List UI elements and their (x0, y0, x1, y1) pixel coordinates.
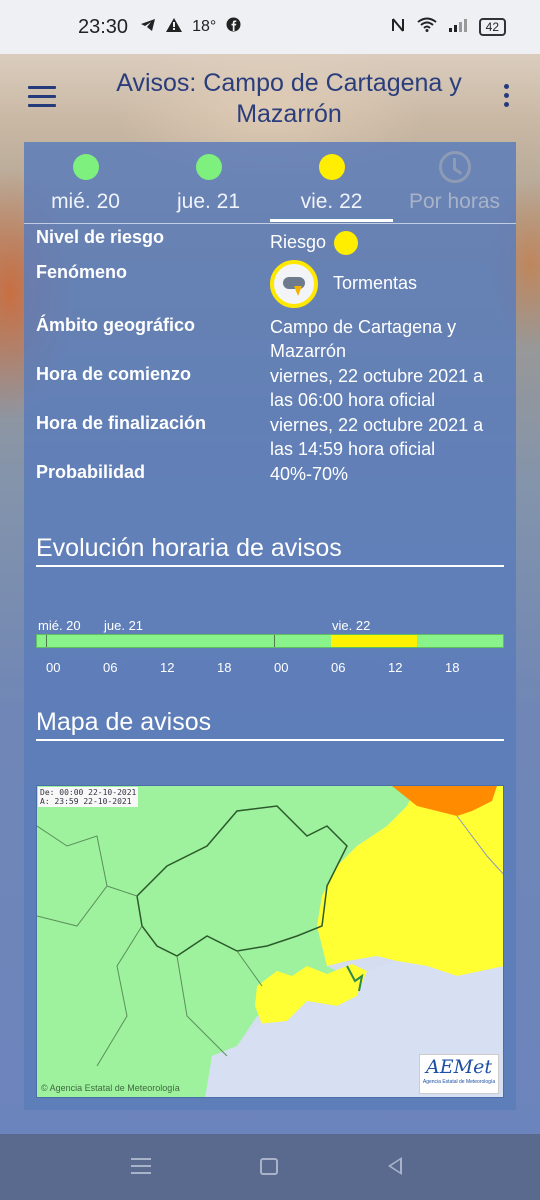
scope-label: Ámbito geográfico (36, 315, 196, 335)
risk-value: Riesgo (270, 232, 327, 252)
start-row: Hora de comienzo viernes, 22 octubre 202… (36, 364, 506, 412)
yellow-indicator-icon (318, 154, 345, 180)
map-date-range: De: 00:00 22-10-2021 A: 23:59 22-10-2021 (38, 787, 139, 807)
timeline-bar (36, 634, 504, 648)
scope-row: Ámbito geográfico Campo de Cartagena y M… (36, 315, 506, 363)
status-bar: 23:30 18° 42 (0, 0, 540, 54)
tab-label: vie. 22 (300, 190, 363, 213)
phenomenon-row: Fenómeno Tormentas (36, 260, 506, 312)
map-date-from: De: 00:00 22-10-2021 (40, 788, 137, 797)
timeline-hour-label: 12 (160, 660, 175, 675)
timeline-hour-label: 00 (274, 660, 289, 675)
probability-value: 40%-70% (270, 464, 349, 484)
timeline-title: Evolución horaria de avisos (36, 534, 504, 567)
scope-value: Campo de Cartagena y Mazarrón (270, 317, 457, 361)
selected-tab-indicator (270, 219, 393, 222)
risk-label: Nivel de riesgo (36, 227, 165, 247)
timeline-hour-label: 06 (331, 660, 346, 675)
tab-wed[interactable]: mié. 20 (24, 142, 147, 222)
page-title: Avisos: Campo de Cartagena y Mazarrón (116, 69, 462, 128)
telegram-icon (140, 18, 156, 37)
more-options-icon[interactable] (504, 84, 510, 111)
start-value: viernes, 22 octubre 2021 a las 06:00 hor… (270, 366, 484, 410)
start-label: Hora de comienzo (36, 364, 192, 384)
timeline-warning-segment (331, 635, 417, 647)
facebook-icon (226, 17, 241, 37)
map-graphic (37, 786, 503, 1097)
end-label: Hora de finalización (36, 413, 207, 433)
aemet-logo-subtitle: Agencia Estatal de Meteorología (422, 1079, 496, 1085)
map-agency-text: Agencia Estatal de Meteorología (49, 1083, 180, 1093)
tab-thu[interactable]: jue. 21 (147, 142, 270, 222)
phenomenon-label: Fenómeno (36, 262, 128, 282)
timeline-hour-label: 12 (388, 660, 403, 675)
green-indicator-icon (195, 154, 222, 180)
green-indicator-icon (72, 154, 99, 180)
hourly-timeline: mié. 20 jue. 21 vie. 22 00 06 12 18 00 0… (36, 618, 504, 675)
wifi-icon (417, 17, 437, 37)
warning-panel: mié. 20 jue. 21 vie. 22 Por horas Nivel … (24, 142, 516, 1110)
tab-fri[interactable]: vie. 22 (270, 142, 393, 222)
timeline-day-label: jue. 21 (104, 618, 144, 633)
status-time: 23:30 (78, 15, 129, 38)
timeline-hour-label: 06 (103, 660, 118, 675)
probability-label: Probabilidad (36, 462, 146, 482)
risk-level-icon (334, 231, 359, 256)
timeline-day-label: mié. 20 (38, 618, 81, 633)
probability-row: Probabilidad 40%-70% (36, 462, 506, 488)
tab-label: jue. 21 (176, 190, 241, 213)
tab-divider (24, 223, 516, 224)
clock-icon (438, 151, 471, 183)
home-icon[interactable] (260, 1158, 278, 1175)
temperature-indicator: 18° (192, 18, 217, 35)
timeline-day-label: vie. 22 (332, 618, 371, 633)
signal-icon (448, 18, 467, 37)
back-icon[interactable] (388, 1157, 402, 1175)
recent-apps-icon[interactable] (131, 1158, 151, 1179)
end-value: viernes, 22 octubre 2021 a las 14:59 hor… (270, 415, 484, 459)
timeline-hour-label: 18 (445, 660, 460, 675)
tab-by-hours[interactable]: Por horas (393, 142, 516, 222)
timeline-day-separator (46, 635, 47, 647)
battery-icon: 42 (478, 18, 506, 36)
map-title: Mapa de avisos (36, 708, 504, 741)
thunderstorm-icon (270, 260, 318, 308)
nfc-icon (391, 17, 405, 38)
timeline-day-separator (274, 635, 275, 647)
menu-icon[interactable] (28, 86, 56, 108)
timeline-hour-label: 18 (217, 660, 232, 675)
aemet-logo-mark: AEMet (426, 1056, 492, 1078)
timeline-hour-label: 00 (46, 660, 61, 675)
risk-row: Nivel de riesgo Riesgo (36, 227, 506, 257)
tab-label: Por horas (408, 190, 501, 213)
map-agency-credit: © Agencia Estatal de Meteorología (41, 1083, 180, 1093)
copyright-icon: © (41, 1083, 48, 1093)
end-row: Hora de finalización viernes, 22 octubre… (36, 413, 506, 461)
map-date-to: A: 23:59 22-10-2021 (40, 797, 132, 806)
day-tabs: mié. 20 jue. 21 vie. 22 Por horas (24, 142, 516, 224)
warning-icon (166, 17, 183, 37)
phenomenon-value: Tormentas (333, 272, 418, 293)
system-nav-bar (0, 1134, 540, 1200)
timeline-hours: 00 06 12 18 00 06 12 18 (36, 660, 504, 676)
aemet-logo: AEMet Agencia Estatal de Meteorología (419, 1054, 499, 1094)
tab-label: mié. 20 (51, 190, 120, 213)
app-bar: Avisos: Campo de Cartagena y Mazarrón (0, 54, 540, 142)
warnings-map[interactable]: De: 00:00 22-10-2021 A: 23:59 22-10-2021… (36, 785, 504, 1098)
